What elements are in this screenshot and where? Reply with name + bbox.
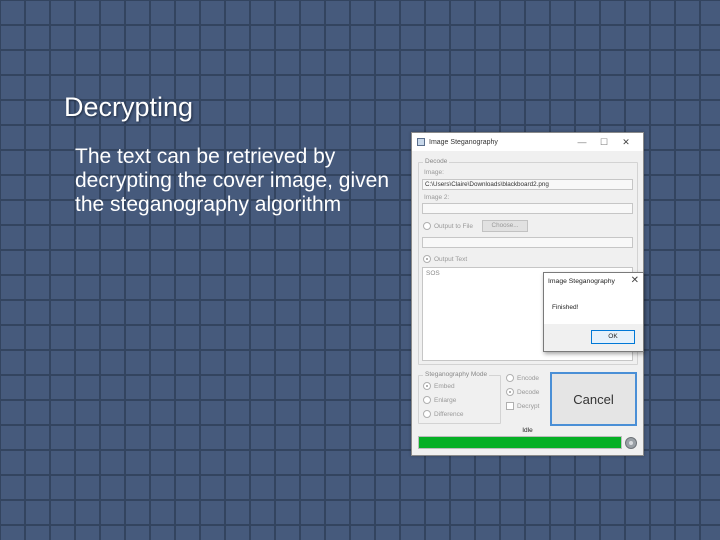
embed-label: Embed [434,383,455,390]
finished-message-box: Image Steganography ✕ Finished! OK [543,272,644,352]
enlarge-radio[interactable] [423,396,431,404]
progress-bar [418,436,622,449]
image2-label: Image 2: [424,194,450,201]
decode-group-legend: Decode [423,158,450,165]
decode-radio[interactable] [506,388,514,396]
output-text-radio[interactable] [423,255,431,263]
output-to-file-radio[interactable] [423,222,431,230]
message-box-title: Image Steganography [548,278,615,285]
embed-radio[interactable] [423,382,431,390]
ok-button[interactable]: OK [591,330,635,344]
app-icon [417,138,425,146]
slide-title: Decrypting [64,92,194,122]
progress-bar-fill [419,437,621,448]
status-label: Idle [522,427,533,434]
image2-path-field[interactable] [422,203,633,214]
maximize-button[interactable]: ☐ [593,136,615,148]
image-label: Image: [424,169,444,176]
message-box-footer: OK [544,324,643,351]
image-path-field[interactable]: C:\Users\Claire\Downloads\blackboard2.pn… [422,179,633,190]
close-button[interactable]: ✕ [615,136,637,148]
choose-file-button[interactable]: Choose... [482,220,528,232]
message-text: Finished! [552,304,579,311]
message-box-close-icon[interactable]: ✕ [631,275,639,286]
encode-radio[interactable] [506,374,514,382]
difference-label: Difference [434,411,464,418]
output-file-path-field[interactable] [422,237,633,248]
output-to-file-label: Output to File [434,223,474,230]
encode-label: Encode [517,375,540,382]
decode-label: Decode [517,389,540,396]
output-text-label: Output Text [434,256,468,263]
cancel-button[interactable]: Cancel [550,372,637,426]
decrypt-label: Decrypt [517,403,540,410]
decrypt-checkbox[interactable] [506,402,514,410]
minimize-button[interactable]: — [571,136,593,148]
window-titlebar[interactable]: Image Steganography — ☐ ✕ [412,133,643,151]
window-title: Image Steganography [429,138,498,146]
settings-icon[interactable] [625,437,637,449]
slide-body-text: The text can be retrieved by decrypting … [75,145,390,216]
difference-radio[interactable] [423,410,431,418]
steganography-mode-legend: Steganography Mode [423,371,490,378]
enlarge-label: Enlarge [434,397,457,404]
